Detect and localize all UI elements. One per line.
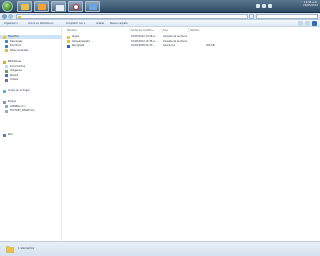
sidebar-item-drive-c[interactable]: COMPAQ (C:) bbox=[0, 105, 62, 109]
organize-button[interactable]: Organizar ▾ bbox=[4, 21, 18, 26]
taskbar-media-button[interactable] bbox=[34, 1, 49, 12]
sidebar-item-label: Grupo en el hogar bbox=[8, 89, 30, 92]
taskbar-explorer-button[interactable] bbox=[17, 1, 32, 12]
drive-icon bbox=[5, 105, 8, 108]
column-separator[interactable] bbox=[188, 28, 189, 33]
sidebar-item-label: Red bbox=[8, 133, 13, 136]
folder-icon bbox=[21, 4, 29, 10]
system-tray: 13:05 a.m. 20/05/2012 bbox=[254, 0, 320, 13]
sidebar-item-documents[interactable]: Documentos bbox=[0, 65, 62, 69]
clock[interactable]: 13:05 a.m. 20/05/2012 bbox=[303, 1, 318, 8]
sidebar-item-label: Música bbox=[10, 73, 19, 77]
sidebar-item-label: Equipo bbox=[8, 100, 17, 103]
file-name: Recogleak bbox=[72, 44, 85, 47]
taskbar-windows-button[interactable] bbox=[51, 1, 66, 12]
start-button[interactable] bbox=[2, 1, 13, 12]
library-icon bbox=[3, 60, 6, 64]
sidebar-item-favorites[interactable]: Favoritos bbox=[0, 35, 62, 39]
burn-button[interactable]: Grabar bbox=[96, 21, 104, 26]
sidebar-item-downloads[interactable]: Descargas bbox=[0, 40, 62, 44]
command-bar: Organizar ▾ Incluir en biblioteca ▾ Comp… bbox=[0, 20, 320, 27]
preview-pane-icon[interactable] bbox=[305, 21, 310, 26]
address-field[interactable] bbox=[16, 14, 248, 19]
opera-icon bbox=[73, 4, 79, 10]
sidebar-item-videos[interactable]: Vídeos bbox=[0, 78, 62, 82]
application-icon bbox=[67, 44, 70, 48]
sidebar-item-label: Favoritos bbox=[8, 35, 19, 38]
refresh-button[interactable] bbox=[249, 14, 254, 19]
folder-icon bbox=[67, 40, 70, 44]
recent-icon bbox=[5, 49, 8, 52]
back-button[interactable] bbox=[2, 14, 7, 19]
music-icon bbox=[5, 74, 8, 77]
computer-icon bbox=[3, 100, 6, 104]
column-separator[interactable] bbox=[129, 28, 130, 33]
sidebar-item-label: Escritorio bbox=[10, 44, 22, 47]
sidebar-item-label: Vídeos bbox=[10, 78, 18, 81]
drive-icon bbox=[5, 109, 8, 113]
table-row[interactable]: Recogleak 16/05/2008 02:30 ... Aplicació… bbox=[66, 44, 216, 49]
homegroup-icon bbox=[3, 89, 6, 93]
item-count: 1 elementos bbox=[18, 247, 35, 250]
column-header-date[interactable]: Fecha de modifica... bbox=[131, 28, 155, 33]
sidebar-item-drive-d[interactable]: FACTORY_IMAGE (D:) bbox=[0, 109, 62, 113]
tray-volume-icon[interactable] bbox=[262, 4, 266, 8]
navigation-pane: Favoritos Descargas Escritorio Sitios re… bbox=[0, 27, 62, 241]
videos-icon bbox=[5, 78, 8, 82]
sidebar-item-label: Bibliotecas bbox=[8, 60, 22, 63]
file-list: Nombre Fecha de modifica... Tipo Tamaño … bbox=[63, 27, 320, 241]
desktop-icon bbox=[5, 44, 8, 48]
sidebar-item-label: Sitios recientes bbox=[10, 48, 29, 52]
sidebar-item-label: Descargas bbox=[10, 39, 23, 43]
tray-network-icon[interactable] bbox=[256, 4, 260, 8]
file-date: 16/05/2008 02:30 ... bbox=[131, 44, 156, 47]
sidebar-item-music[interactable]: Música bbox=[0, 74, 62, 78]
documents-icon bbox=[5, 65, 8, 68]
column-header-size[interactable]: Tamaño bbox=[190, 28, 199, 33]
star-icon bbox=[3, 35, 6, 39]
downloads-icon bbox=[5, 40, 8, 43]
taskbar: 13:05 a.m. 20/05/2012 bbox=[0, 0, 320, 13]
pictures-icon bbox=[5, 69, 8, 73]
sidebar-item-label: Documentos bbox=[10, 64, 26, 68]
folder-icon bbox=[67, 35, 70, 39]
file-size: 306 KB bbox=[206, 44, 215, 47]
address-bar-row bbox=[0, 13, 320, 20]
new-folder-button[interactable]: Nueva carpeta bbox=[110, 21, 128, 26]
window-icon bbox=[55, 4, 65, 12]
search-input[interactable] bbox=[256, 14, 318, 19]
sidebar-item-label: COMPAQ (C:) bbox=[10, 104, 26, 108]
sidebar-item-homegroup[interactable]: Grupo en el hogar bbox=[0, 89, 62, 93]
sidebar-item-recent[interactable]: Sitios recientes bbox=[0, 49, 62, 53]
view-options-icon[interactable] bbox=[298, 21, 303, 26]
sidebar-item-libraries[interactable]: Bibliotecas bbox=[0, 60, 62, 64]
include-library-button[interactable]: Incluir en biblioteca ▾ bbox=[28, 21, 54, 26]
sidebar-item-desktop[interactable]: Escritorio bbox=[0, 44, 62, 48]
media-icon bbox=[38, 4, 46, 10]
folder-icon bbox=[6, 246, 14, 253]
forward-button[interactable] bbox=[8, 14, 13, 19]
folder-icon bbox=[18, 16, 21, 18]
sidebar-item-label: FACTORY_IMAGE (D:) bbox=[10, 109, 35, 112]
chat-icon bbox=[89, 4, 97, 10]
sidebar-item-label: Imágenes bbox=[10, 69, 22, 72]
column-header-name[interactable]: Nombre bbox=[67, 28, 77, 33]
file-type: Aplicación bbox=[163, 44, 176, 47]
taskbar-chat-button[interactable] bbox=[85, 1, 100, 12]
column-separator[interactable] bbox=[161, 28, 162, 33]
sidebar-item-network[interactable]: Red bbox=[0, 133, 62, 137]
details-pane: 1 elementos bbox=[0, 241, 320, 256]
tray-flag-icon[interactable] bbox=[268, 4, 272, 8]
sidebar-item-pictures[interactable]: Imágenes bbox=[0, 69, 62, 73]
sidebar-item-computer[interactable]: Equipo bbox=[0, 100, 62, 104]
column-header-type[interactable]: Tipo bbox=[163, 28, 168, 33]
network-icon bbox=[3, 133, 6, 137]
share-button[interactable]: Compartir con ▾ bbox=[66, 21, 85, 26]
clock-date: 20/05/2012 bbox=[303, 4, 318, 8]
help-icon[interactable] bbox=[312, 21, 317, 26]
taskbar-opera-button[interactable] bbox=[68, 1, 83, 12]
